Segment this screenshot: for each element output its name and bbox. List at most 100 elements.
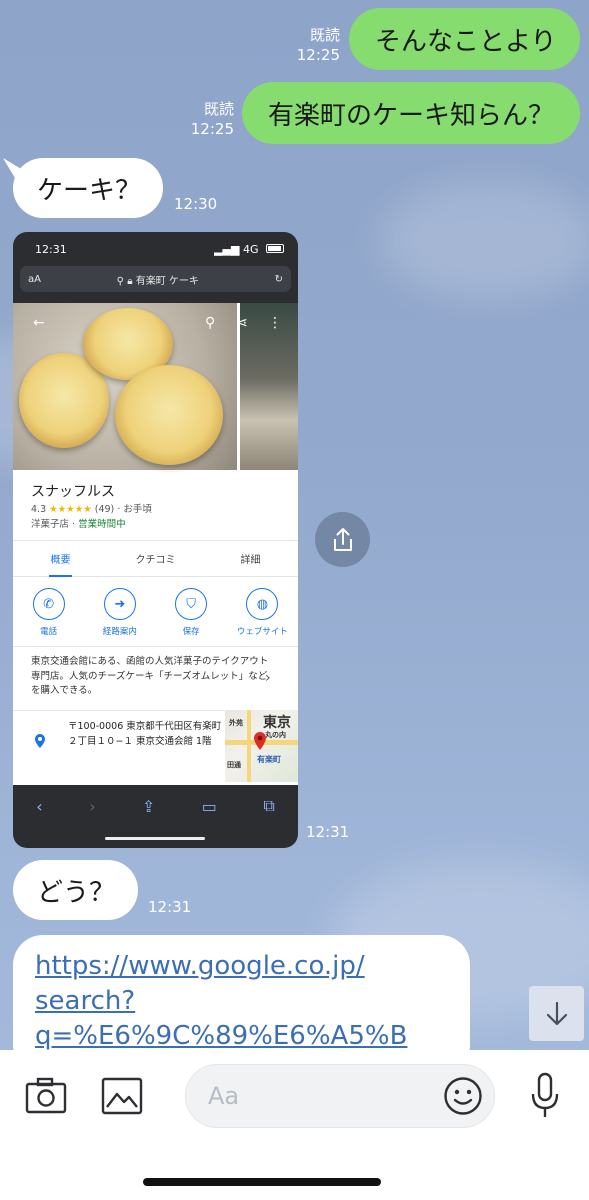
action-save: ⛉ 保存 — [158, 588, 224, 637]
incoming-message[interactable]: どう？ — [13, 860, 138, 920]
message-time: 12:25 — [190, 120, 234, 138]
store-photo: ⋖ ⋮ — [236, 303, 298, 470]
map-label: 東京 — [263, 715, 291, 731]
shot-home-indicator — [105, 837, 205, 840]
shot-page: ← ⚲ ⋖ ⋮ スナッフルス 4.3 ★★★★★ (49) · お手頃 洋菓子店… — [13, 303, 298, 805]
mini-map: 東京 丸の内 外苑 田通 有楽町 — [225, 710, 298, 782]
reload-icon: ↻ — [274, 273, 283, 285]
action-directions: ➜ 経路案内 — [87, 588, 153, 637]
message-link[interactable]: https://www.google.co.jp/ search? q=%E6%… — [35, 949, 448, 1050]
action-call: ✆ 電話 — [16, 588, 82, 637]
place-actions: ✆ 電話 ➜ 経路案内 ⛉ 保存 ◍ ウェブサイト — [13, 588, 298, 637]
outgoing-message[interactable]: 有楽町のケーキ知らん？ — [242, 82, 580, 144]
shot-search-query: 有楽町 ケーキ — [135, 275, 199, 287]
action-label: 経路案内 — [102, 627, 137, 637]
price-level: お手頃 — [123, 504, 152, 515]
tab-reviews: クチコミ — [135, 555, 176, 566]
message-meta: 既読 12:25 — [180, 99, 234, 139]
map-label: 丸の内 — [265, 731, 286, 739]
place-address: 〒100-0006 東京都千代田区有楽町２丁目１０−１ 東京交通会館 1階 — [68, 721, 222, 747]
message-time: 12:31 — [306, 823, 350, 841]
background-cloud — [380, 180, 589, 300]
location-pin-icon — [35, 734, 45, 748]
more-icon: ⋮ — [268, 315, 282, 331]
search-icon: ⚲ — [205, 315, 216, 331]
message-text: 有楽町のケーキ知らん？ — [268, 100, 555, 131]
map-pin-icon — [254, 732, 266, 750]
message-text: ケーキ？ — [37, 175, 142, 206]
text-size-button: aA — [28, 273, 41, 285]
action-label: 電話 — [40, 627, 58, 637]
message-time: 12:30 — [174, 195, 218, 213]
message-input-placeholder: Aa — [208, 1082, 240, 1110]
cake-photo: ← ⚲ — [13, 303, 237, 470]
globe-icon: ◍ — [246, 588, 279, 620]
place-description: 東京交通会館にある、函館の人気洋菓子のテイクアウト専門店。人気のチーズケーキ「チ… — [31, 656, 269, 696]
share-icon: ⋖ — [236, 315, 248, 331]
category-text: 洋菓子店 — [31, 519, 70, 530]
separator-dot: · — [72, 519, 76, 530]
tab-details: 詳細 — [240, 555, 261, 566]
microphone-icon[interactable] — [528, 1072, 562, 1120]
message-time: 12:31 — [148, 898, 192, 916]
map-road — [247, 710, 251, 782]
image-icon[interactable] — [101, 1077, 143, 1115]
directions-icon: ➜ — [103, 588, 136, 620]
bookmarks-icon: ▭ — [201, 796, 217, 816]
chevron-right-icon: › — [265, 670, 271, 686]
share-icon: ⇪ — [141, 796, 156, 816]
message-time: 12:25 — [296, 46, 340, 64]
shot-browser-toolbar: ‹ › ⇪ ▭ ⧉ — [13, 785, 298, 827]
signal-icon: ▂▄▆ — [214, 242, 240, 256]
tab-overview: 概要 — [13, 541, 108, 577]
shot-status-indicators: ▂▄▆ 4G — [214, 243, 284, 256]
business-rating: 4.3 ★★★★★ (49) · お手頃 — [31, 501, 152, 515]
battery-icon — [266, 243, 284, 253]
forward-icon: › — [89, 796, 96, 816]
map-label: 田通 — [227, 761, 241, 769]
shot-url-bar: aA ⚲ 🔒︎ 有楽町 ケーキ ↻ — [20, 266, 291, 292]
map-label: 外苑 — [229, 719, 243, 727]
network-type: 4G — [242, 242, 259, 256]
search-icon: ⚲ — [116, 275, 124, 287]
phone-icon: ✆ — [32, 588, 65, 620]
message-text: そんなことより — [375, 26, 557, 57]
emoji-icon[interactable] — [443, 1076, 483, 1116]
chat-area: 既読 12:25 そんなことより 既読 12:25 有楽町のケーキ知らん？ ケー… — [0, 0, 589, 1050]
shared-image[interactable]: 12:31 ▂▄▆ 4G aA ⚲ 🔒︎ 有楽町 ケーキ ↻ ← ⚲ ⋖ ⋮ ス… — [13, 232, 298, 848]
action-label: ウェブサイト — [236, 627, 288, 637]
outgoing-message[interactable]: そんなことより — [349, 8, 580, 70]
incoming-link-message[interactable]: https://www.google.co.jp/ search? q=%E6%… — [13, 935, 470, 1050]
message-meta: 既読 12:25 — [286, 25, 340, 65]
map-label: 有楽町 — [257, 755, 281, 764]
star-rating-icon: ★★★★★ — [49, 504, 92, 515]
business-category: 洋菓子店 · 営業時間中 — [31, 516, 126, 530]
cake-image — [115, 365, 223, 465]
back-icon: ‹ — [36, 796, 43, 816]
scroll-to-bottom-button[interactable] — [529, 986, 584, 1041]
message-input-bar: Aa — [0, 1050, 589, 1200]
lock-icon: 🔒︎ — [127, 275, 133, 287]
share-icon — [333, 527, 352, 551]
share-button[interactable] — [315, 512, 370, 567]
read-receipt: 既読 — [309, 26, 340, 44]
separator-dot: · — [117, 504, 121, 515]
action-website: ◍ ウェブサイト — [229, 588, 295, 637]
rating-value: 4.3 — [31, 504, 47, 515]
business-name: スナッフルス — [31, 484, 115, 500]
divider — [13, 646, 298, 647]
shot-status-bar: 12:31 ▂▄▆ 4G — [13, 232, 298, 266]
arrow-down-icon — [546, 1001, 567, 1025]
place-tabs: 概要 クチコミ 詳細 — [13, 540, 298, 577]
message-text: どう？ — [37, 877, 116, 908]
shot-url-text-wrap: ⚲ 🔒︎ 有楽町 ケーキ — [117, 272, 199, 287]
bookmark-icon: ⛉ — [175, 588, 208, 620]
incoming-message[interactable]: ケーキ？ — [13, 158, 163, 218]
action-label: 保存 — [182, 627, 200, 637]
tabs-icon: ⧉ — [263, 796, 275, 815]
review-count: (49) — [94, 504, 115, 515]
shot-status-time: 12:31 — [35, 242, 67, 256]
camera-icon[interactable] — [25, 1077, 67, 1115]
open-status: 営業時間中 — [78, 519, 126, 530]
back-arrow-icon: ← — [33, 315, 45, 331]
